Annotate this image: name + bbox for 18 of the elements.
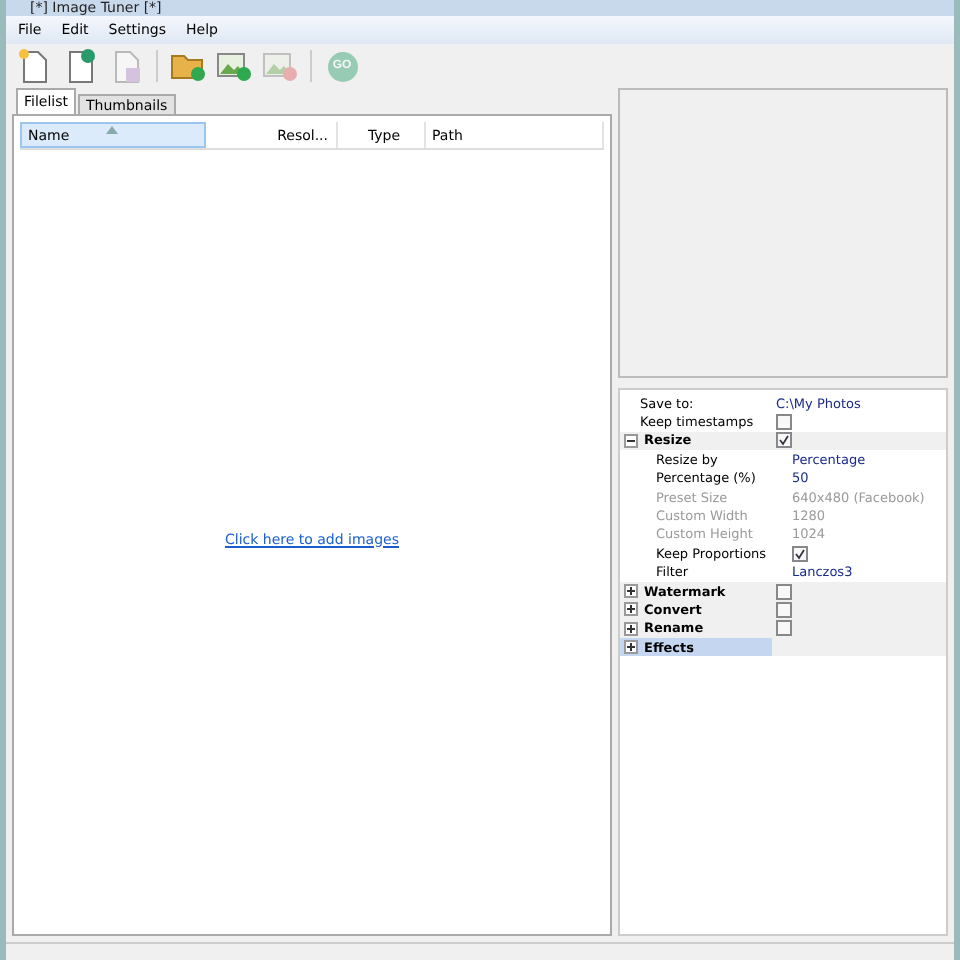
checkbox[interactable] xyxy=(792,545,808,562)
remove-image-icon xyxy=(262,50,298,82)
expand-icon[interactable] xyxy=(624,621,638,636)
checkbox[interactable] xyxy=(776,601,792,618)
expand-icon[interactable] xyxy=(624,640,638,655)
new-document-icon xyxy=(64,48,96,84)
expand-icon[interactable] xyxy=(624,584,638,599)
new-document-icon xyxy=(18,48,50,84)
checkbox[interactable] xyxy=(776,432,792,449)
checkbox[interactable] xyxy=(776,583,792,600)
checkbox[interactable] xyxy=(776,620,792,637)
save-icon xyxy=(110,48,142,84)
add-image-icon xyxy=(216,50,252,82)
sort-icon xyxy=(106,126,118,134)
expand-icon[interactable] xyxy=(624,602,638,617)
collapse-icon[interactable] xyxy=(624,433,638,448)
checkbox[interactable] xyxy=(776,414,792,431)
add-folder-icon xyxy=(170,50,206,82)
